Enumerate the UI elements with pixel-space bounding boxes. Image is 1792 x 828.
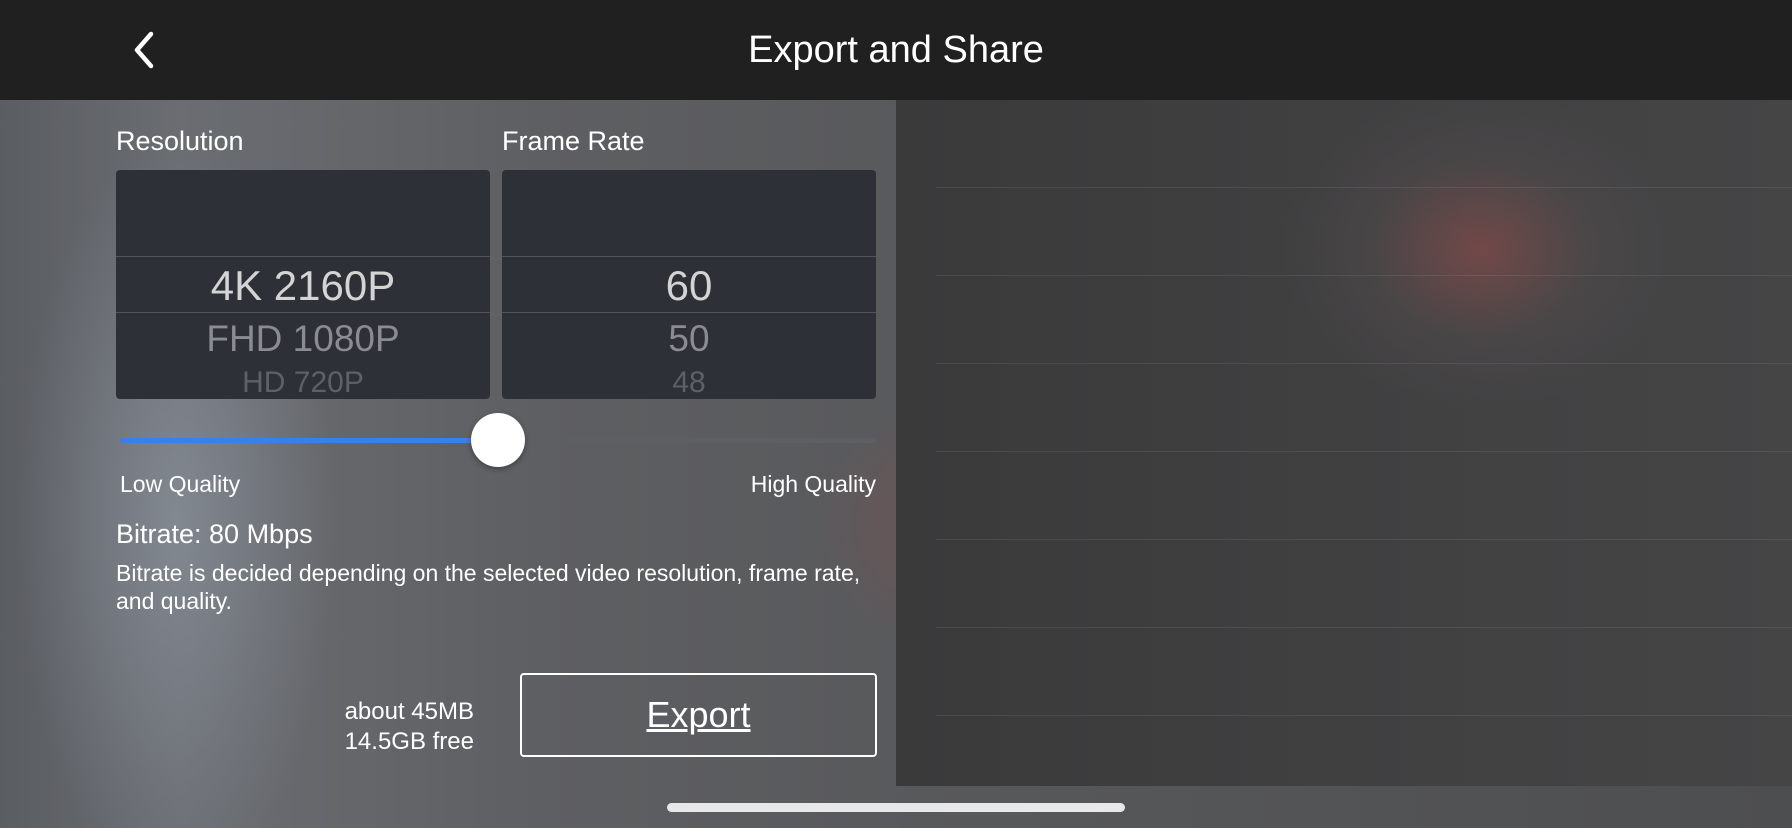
resolution-option[interactable]: FHD 1080P [116,318,490,360]
storage-info: about 45MB 14.5GB free [300,697,474,757]
resolution-option[interactable]: HD 720P [116,366,490,399]
free-space: 14.5GB free [344,728,474,755]
top-bar: Export and Share [0,0,1792,100]
frame-rate-picker[interactable]: 60 50 48 [502,170,876,399]
resolution-label: Resolution [116,126,244,156]
high-quality-label: High Quality [750,471,876,497]
home-indicator [667,803,1125,812]
resolution-picker[interactable]: 4K 2160P FHD 1080P HD 720P [116,170,490,399]
frame-rate-label: Frame Rate [502,126,645,156]
bitrate-value: Bitrate: 80 Mbps [116,519,313,549]
video-preview [896,100,1792,786]
frame-rate-option[interactable]: 48 [502,366,876,399]
slider-thumb[interactable] [471,413,525,467]
page-title: Export and Share [748,29,1044,71]
export-button[interactable]: Export [520,673,877,757]
frame-rate-option-selected[interactable]: 60 [502,262,876,310]
quality-slider[interactable] [120,413,876,467]
export-button-label: Export [646,694,751,735]
low-quality-label: Low Quality [120,471,241,497]
bitrate-description: Bitrate is decided depending on the sele… [116,560,861,614]
frame-rate-option[interactable]: 50 [502,318,876,360]
resolution-option-selected[interactable]: 4K 2160P [116,262,490,310]
slider-fill [120,438,498,443]
estimated-size: about 45MB [344,698,474,725]
